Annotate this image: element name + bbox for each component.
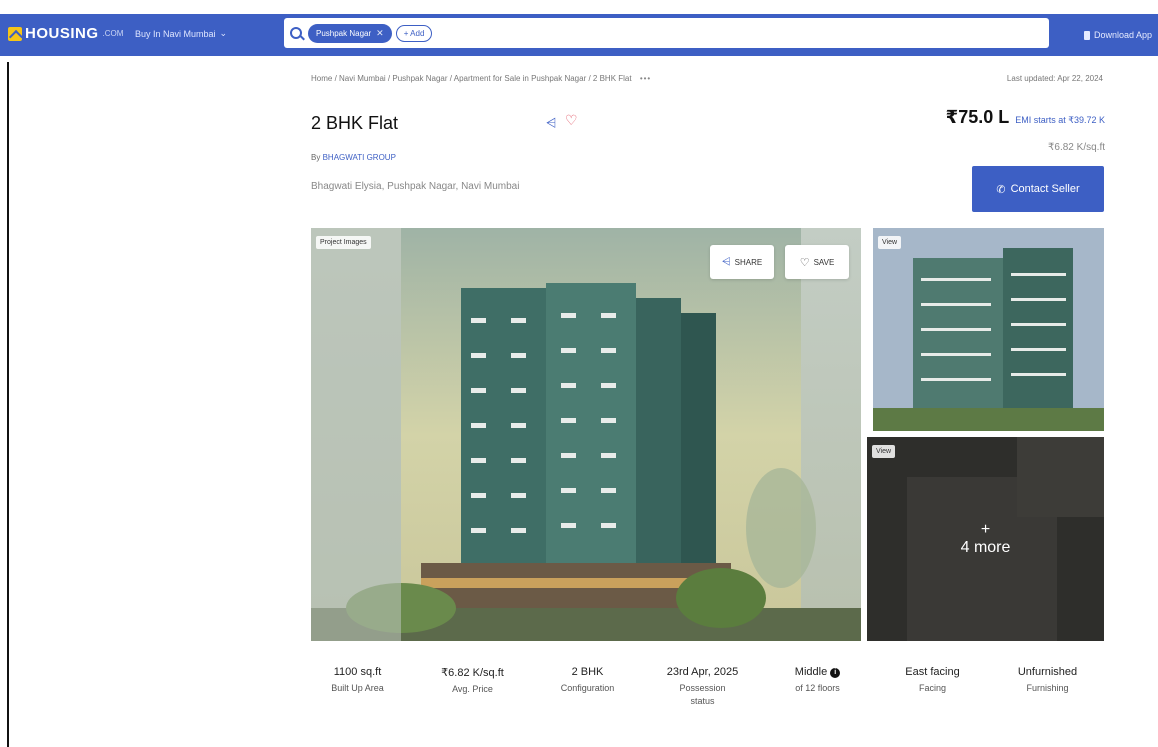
property-location: Bhagwati Elysia, Pushpak Nagar, Navi Mum… (311, 181, 520, 192)
side-image-view-1[interactable]: View (873, 228, 1104, 431)
page-title: 2 BHK Flat (311, 113, 399, 133)
share-label: SHARE (734, 257, 763, 267)
logo-text: HOUSING (25, 25, 99, 42)
heart-icon[interactable]: ♡ (565, 112, 578, 129)
stat-value: East facing (905, 666, 960, 678)
last-updated: Last updated: Apr 22, 2024 (1006, 74, 1103, 83)
stat-value: Middle (794, 666, 828, 678)
contact-seller-label: Contact Seller (1010, 183, 1080, 195)
stat-configuration: 2 BHK Configuration (530, 666, 645, 726)
close-icon[interactable]: ✕ (376, 28, 384, 39)
share-button[interactable]: ⩤ SHARE (710, 245, 774, 279)
share-icon[interactable]: ⩤ (546, 115, 556, 131)
stat-area: 1100 sq.ft Built Up Area (300, 666, 415, 726)
stat-floor: Middle i of 12 floors (760, 666, 875, 726)
search-chip-label: Pushpak Nagar (316, 28, 372, 38)
search-chip-locality[interactable]: Pushpak Nagar ✕ (308, 23, 392, 43)
side-image-view-2[interactable]: View + 4 more (867, 437, 1104, 641)
main-project-image[interactable]: Project Images (311, 228, 861, 641)
property-price: ₹75.0 L (945, 107, 1010, 127)
stat-facing: East facing Facing (875, 666, 990, 726)
logo-icon (8, 26, 22, 41)
stat-value: 1100 sq.ft (333, 666, 382, 678)
save-button[interactable]: ♡ SAVE (785, 245, 849, 279)
stat-possession: 23rd Apr, 2025 Possession status (645, 666, 760, 726)
building-thumbnail (873, 228, 1104, 431)
contact-seller-button[interactable]: ✆ Contact Seller (972, 166, 1104, 212)
download-app-button[interactable]: Download App (1083, 30, 1152, 40)
add-locality-button[interactable]: + Add (395, 24, 433, 42)
housing-logo[interactable]: HOUSING .COM (8, 25, 123, 42)
info-icon[interactable]: i (830, 668, 841, 678)
more-images-label: 4 more (960, 539, 1011, 556)
share-icon: ⩤ (721, 255, 731, 268)
chevron-down-icon: ⌄ (219, 28, 228, 38)
stat-value: 2 BHK (571, 666, 604, 678)
stat-value: ₹6.82 K/sq.ft (441, 667, 504, 679)
breadcrumb-path[interactable]: Home / Navi Mumbai / Pushpak Nagar / Apa… (311, 74, 632, 83)
price-block: ₹75.0 L EMI starts at ₹39.72 K (946, 107, 1105, 128)
city-selector[interactable]: Buy In Navi Mumbai ⌄ (135, 28, 227, 39)
top-navigation: HOUSING .COM Buy In Navi Mumbai ⌄ Pushpa… (0, 0, 1158, 62)
search-bar[interactable]: Pushpak Nagar ✕ + Add (284, 18, 1049, 48)
project-images-tag: Project Images (316, 236, 371, 249)
download-app-label: Download App (1093, 30, 1152, 40)
stat-label: Built Up Area (331, 683, 384, 693)
stat-label: Possession status (679, 683, 726, 706)
stat-label: Configuration (560, 683, 615, 693)
plus-icon: + (980, 521, 991, 538)
more-images-overlay[interactable]: + 4 more (867, 437, 1104, 641)
phone-icon (1083, 30, 1090, 40)
property-highlights: 1100 sq.ft Built Up Area ₹6.82 K/sq.ft A… (300, 666, 1110, 726)
price-per-sqft: ₹6.82 K/sq.ft (1048, 142, 1105, 153)
save-label: SAVE (813, 257, 835, 267)
page-edge-divider (7, 62, 9, 747)
stat-label: Avg. Price (452, 684, 493, 694)
developer-line: By BHAGWATI GROUP (311, 153, 396, 162)
phone-icon: ✆ (996, 183, 1006, 196)
breadcrumb[interactable]: Home / Navi Mumbai / Pushpak Nagar / Apa… (311, 74, 651, 83)
stat-label: Facing (918, 683, 946, 693)
emi-link[interactable]: EMI starts at ₹39.72 K (1015, 115, 1105, 126)
building-illustration (311, 228, 861, 641)
stat-label: Furnishing (1026, 683, 1069, 693)
stat-value-row: Middle i (760, 666, 875, 678)
breadcrumb-more-icon[interactable]: ••• (640, 74, 651, 83)
logo-domain: .COM (102, 29, 124, 38)
stat-value: Unfurnished (1017, 666, 1078, 678)
search-icon (290, 27, 302, 39)
stat-value: 23rd Apr, 2025 (666, 666, 739, 678)
developer-link[interactable]: BHAGWATI GROUP (323, 153, 396, 162)
stat-label: of 12 floors (795, 683, 840, 693)
developer-prefix: By (311, 153, 321, 162)
stat-furnishing: Unfurnished Furnishing (990, 666, 1105, 726)
city-selector-label: Buy In Navi Mumbai (135, 28, 216, 39)
view-tag: View (878, 236, 902, 249)
stat-avg-price: ₹6.82 K/sq.ft Avg. Price (415, 666, 530, 726)
heart-icon: ♡ (799, 256, 810, 269)
